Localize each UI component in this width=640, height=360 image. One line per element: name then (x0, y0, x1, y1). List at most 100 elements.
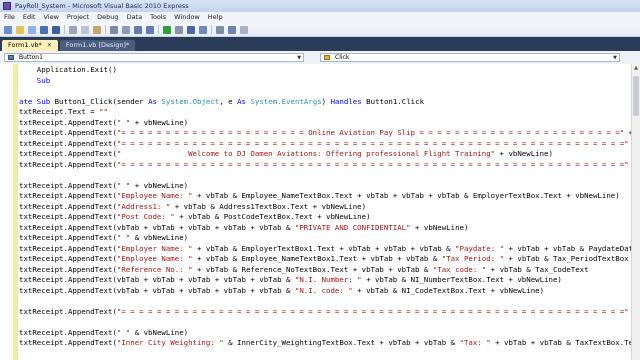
add-item-icon[interactable] (28, 25, 36, 34)
event-combo[interactable]: Click ▼ (320, 53, 620, 62)
copy-icon[interactable] (81, 25, 89, 34)
code-token: + vbNewLine) (130, 117, 189, 127)
close-icon[interactable]: ✕ (47, 40, 52, 51)
code-token: "Tax Period: " (441, 254, 505, 263)
pause-icon[interactable] (175, 25, 183, 34)
menu-view[interactable]: View (39, 12, 62, 23)
code-token: + vbNewLine) (130, 180, 189, 190)
menu-project[interactable]: Project (63, 12, 93, 23)
code-token: + vbTab & Employee_NameTextBox.Text + vb… (192, 191, 620, 200)
code-token: txtReceipt.Text = (19, 107, 100, 116)
code-token: txtReceipt.AppendText( (19, 212, 117, 221)
code-line[interactable]: txtReceipt.AppendText(" Welcome to DJ Oa… (19, 149, 631, 160)
new-project-icon[interactable] (4, 25, 12, 34)
code-token: + vbTab & EmployerTextBox1.Text + vbTab … (192, 243, 456, 253)
code-text[interactable]: Application.Exit() Sub ate Sub Button1_Cl… (19, 65, 631, 349)
code-token: "Reference No.: " (116, 264, 193, 274)
code-token: Sub (19, 75, 51, 85)
code-token: txtReceipt.AppendText(vbTab + vbTab + vb… (19, 285, 295, 295)
menu-help[interactable]: Help (204, 12, 227, 23)
code-line[interactable] (19, 296, 631, 307)
toolbar-separator (158, 25, 159, 34)
code-line[interactable]: txtReceipt.AppendText(vbTab + vbTab + vb… (19, 286, 631, 297)
code-token: txtReceipt.AppendText(vbTab + vbTab + vb… (19, 222, 295, 232)
code-editor[interactable]: Application.Exit() Sub ate Sub Button1_Cl… (0, 64, 631, 360)
code-line[interactable]: txtReceipt.AppendText("Post Code: " + vb… (19, 212, 631, 223)
code-line[interactable]: txtReceipt.AppendText(" " + vbNewLine) (19, 181, 631, 192)
code-token: txtReceipt.AppendText( (19, 233, 117, 242)
solution-explorer-icon[interactable] (216, 25, 224, 34)
code-line[interactable]: txtReceipt.AppendText("Employer Name: " … (19, 244, 631, 255)
code-line[interactable] (19, 317, 631, 328)
menu-debug[interactable]: Debug (93, 12, 122, 23)
stop-icon[interactable] (187, 25, 195, 34)
cut-icon[interactable] (69, 25, 77, 34)
code-line[interactable]: txtReceipt.AppendText(" " & vbNewLine) (19, 328, 631, 339)
tab-label: Form1.vb [Design]* (65, 41, 130, 49)
undo-icon[interactable] (134, 25, 142, 34)
menu-file[interactable]: File (0, 12, 19, 23)
code-token: "" (99, 107, 108, 116)
code-token: " " (116, 327, 131, 337)
code-line[interactable]: txtReceipt.AppendText("= = = = = = = = =… (19, 307, 631, 318)
code-line[interactable]: txtReceipt.AppendText("= = = = = = = = =… (19, 139, 631, 150)
object-combo-value: Button1 (19, 54, 43, 61)
code-token: ate Sub (19, 96, 55, 106)
code-line[interactable]: txtReceipt.AppendText("Inner City Weight… (19, 338, 631, 349)
code-line[interactable]: txtReceipt.AppendText("Employee Name: " … (19, 254, 631, 265)
step-icon[interactable] (199, 25, 207, 34)
menu-window[interactable]: Window (170, 12, 204, 23)
code-line[interactable]: txtReceipt.AppendText(vbTab + vbTab + vb… (19, 275, 631, 286)
code-line[interactable]: Application.Exit() (19, 65, 631, 76)
tab-form1-code[interactable]: Form1.vb* ✕ (2, 40, 58, 51)
code-token: "= = = = = = = = = = = = = = = = = = = =… (116, 128, 625, 137)
code-line[interactable]: txtReceipt.AppendText("Employee Name: " … (19, 191, 631, 202)
code-token: txtReceipt.AppendText( (19, 149, 117, 158)
code-token: + vbTab & Address1TextBox.Text + vbNewLi… (170, 201, 367, 211)
code-token: System.Object (161, 96, 220, 106)
code-line[interactable]: Sub (19, 76, 631, 87)
code-line[interactable]: txtReceipt.AppendText(" " & vbNewLine) (19, 233, 631, 244)
find-icon[interactable] (110, 25, 118, 34)
code-line[interactable]: txtReceipt.AppendText("= = = = = = = = =… (19, 128, 631, 139)
code-token: "Paydate: " (455, 243, 505, 253)
tab-form1-design[interactable]: Form1.vb [Design]* (59, 40, 136, 51)
code-line[interactable]: txtReceipt.AppendText(" " + vbNewLine) (19, 118, 631, 129)
code-line[interactable] (19, 170, 631, 181)
scroll-up-icon[interactable]: ▲ (632, 64, 640, 72)
comment-icon[interactable] (122, 25, 130, 34)
code-line[interactable]: ate Sub Button1_Click(sender As System.O… (19, 97, 631, 108)
paste-icon[interactable] (93, 25, 101, 34)
code-line[interactable]: txtReceipt.AppendText("Reference No.: " … (19, 265, 631, 276)
code-token: Application.Exit() (19, 65, 117, 74)
vertical-scrollbar[interactable]: ▲ (631, 64, 640, 360)
save-all-icon[interactable] (52, 25, 60, 34)
code-token: txtReceipt.AppendText( (19, 201, 117, 211)
code-token: & vbNewLine) (130, 327, 189, 337)
menu-edit[interactable]: Edit (19, 12, 40, 23)
start-debugging-icon[interactable] (163, 25, 171, 34)
redo-icon[interactable] (146, 25, 154, 34)
code-line[interactable] (19, 86, 631, 97)
code-token: "Address1: " (116, 201, 171, 211)
properties-icon[interactable] (228, 25, 236, 34)
menu-data[interactable]: Data (123, 12, 147, 23)
code-token: + vbNewLine) (410, 222, 469, 232)
menu-tools[interactable]: Tools (146, 12, 170, 23)
code-line[interactable]: txtReceipt.AppendText("Address1: " + vbT… (19, 202, 631, 213)
code-line[interactable]: txtReceipt.AppendText(vbTab + vbTab + vb… (19, 223, 631, 234)
code-line[interactable]: txtReceipt.AppendText("= = = = = = = = =… (19, 160, 631, 171)
code-token: txtReceipt.AppendText( (19, 338, 117, 347)
save-icon[interactable] (40, 25, 48, 34)
code-token: + vbTab & Reference_NoTextBox.Text + vbT… (192, 264, 433, 274)
code-token: txtReceipt.AppendText( (19, 306, 117, 316)
chevron-down-icon: ▼ (613, 55, 617, 61)
open-icon[interactable] (16, 25, 24, 34)
toolbox-icon[interactable] (240, 25, 248, 34)
tab-label: Form1.vb* (8, 41, 42, 49)
code-line[interactable]: txtReceipt.Text = "" (19, 107, 631, 118)
object-combo[interactable]: Button1 ▼ (4, 53, 304, 62)
scrollbar-thumb[interactable] (633, 76, 639, 116)
code-token: txtReceipt.AppendText( (19, 159, 117, 169)
code-token: "N.I. Number: " (294, 275, 362, 284)
